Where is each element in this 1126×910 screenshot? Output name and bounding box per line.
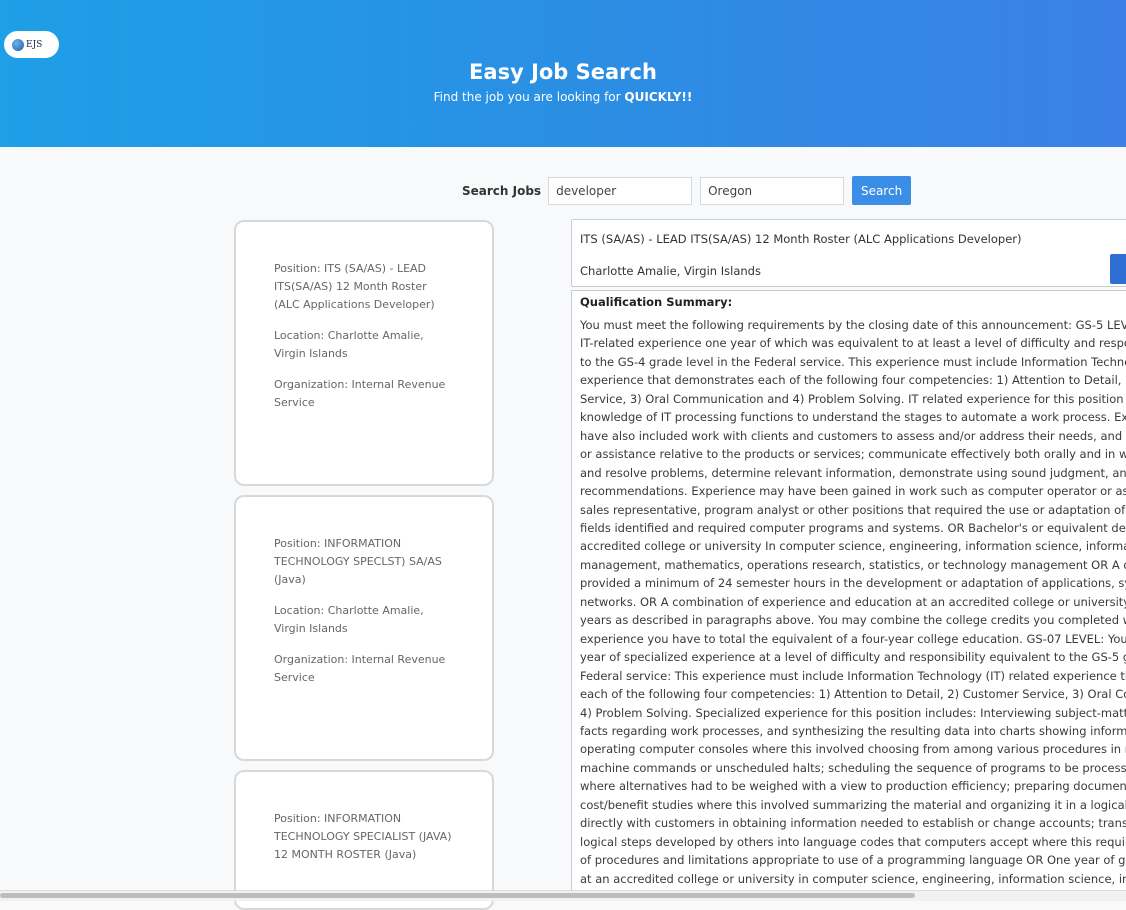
qualification-panel[interactable]: Qualification Summary: You must meet the… (571, 290, 1126, 900)
hero-banner: EJS Easy Job Search Find the job you are… (0, 0, 1126, 147)
qualification-line: facts regarding work processes, and synt… (580, 723, 1126, 738)
qualification-line: at an accredited college or university i… (580, 871, 1126, 886)
qualification-line: networks. OR A combination of experience… (580, 594, 1126, 609)
qualification-line: year of specialized experience at a leve… (580, 650, 1126, 665)
job-detail-header: ITS (SA/AS) - LEAD ITS(SA/AS) 12 Month R… (571, 219, 1126, 287)
page-subtitle: Find the job you are looking for QUICKLY… (0, 90, 1126, 104)
apply-button[interactable] (1110, 254, 1126, 284)
qualification-line: or assistance relative to the products o… (580, 447, 1126, 462)
qualification-line: 4) Problem Solving. Specialized experien… (580, 705, 1126, 720)
qualification-line: recommendations. Experience may have bee… (580, 484, 1126, 499)
qualification-text: You must meet the following requirements… (580, 316, 1126, 899)
qualification-line: knowledge of IT processing functions to … (580, 410, 1126, 425)
location-input[interactable] (700, 176, 845, 205)
qualification-line: cost/benefit studies where this involved… (580, 797, 1126, 812)
job-detail-location: Charlotte Amalie, Virgin Islands (580, 264, 761, 278)
subtitle-prefix: Find the job you are looking for (433, 90, 625, 104)
result-location: Location: Charlotte Amalie, Virgin Islan… (274, 604, 424, 635)
qualification-line: Service, 3) Oral Communication and 4) Pr… (580, 391, 1126, 406)
subtitle-emphasis: QUICKLY (624, 90, 682, 104)
qualification-line: each of the following four competencies:… (580, 687, 1126, 702)
qualification-line: to the GS-4 grade level in the Federal s… (580, 354, 1126, 369)
result-organization: Organization: Internal Revenue Service (274, 378, 446, 409)
qualification-line: directly with customers in obtaining inf… (580, 816, 1126, 831)
page-title: Easy Job Search (469, 60, 657, 84)
qualification-line: machine commands or unscheduled halts; s… (580, 760, 1126, 775)
result-location: Location: Charlotte Amalie, Virgin Islan… (274, 329, 424, 360)
qualification-line: fields identified and required computer … (580, 520, 1126, 535)
search-label: Search Jobs (462, 183, 542, 198)
qualification-line: of procedures and limitations appropriat… (580, 853, 1126, 868)
qualification-line: where alternatives had to be weighed wit… (580, 779, 1126, 794)
qualification-line: accredited college or university In comp… (580, 539, 1126, 554)
qualification-line: sales representative, program analyst or… (580, 502, 1126, 517)
globe-icon (12, 38, 24, 51)
qualification-line: logical steps developed by others into l… (580, 834, 1126, 849)
result-card[interactable]: Position: ITS (SA/AS) - LEAD ITS(SA/AS) … (234, 220, 494, 486)
qualification-line: IT-related experience one year of which … (580, 336, 1126, 351)
qualification-line: experience you have to total the equival… (580, 631, 1126, 646)
qualification-heading: Qualification Summary: (580, 295, 733, 309)
qualification-line: You must meet the following requirements… (580, 318, 1126, 332)
keyword-input[interactable] (548, 176, 693, 205)
logo-text: EJS (26, 39, 43, 50)
qualification-line: have also included work with clients and… (580, 428, 1126, 443)
result-organization: Organization: Internal Revenue Service (274, 653, 446, 684)
result-position: Position: ITS (SA/AS) - LEAD ITS(SA/AS) … (274, 262, 435, 311)
result-position: Position: INFORMATION TECHNOLOGY SPECLST… (274, 537, 442, 586)
qualification-line: provided a minimum of 24 semester hours … (580, 576, 1126, 591)
search-button[interactable]: Search (852, 176, 912, 205)
qualification-line: years as described in paragraphs above. … (580, 613, 1126, 628)
qualification-line: and resolve problems, determine relevant… (580, 465, 1126, 480)
qualification-line: Federal service: This experience must in… (580, 668, 1126, 683)
subtitle-suffix: !! (681, 90, 693, 104)
search-bar: Search Jobs Search (462, 176, 912, 205)
qualification-line: operating computer consoles where this i… (580, 742, 1126, 757)
horizontal-scrollbar[interactable] (0, 890, 1126, 901)
result-position: Position: INFORMATION TECHNOLOGY SPECIAL… (274, 812, 452, 861)
logo[interactable]: EJS (4, 31, 59, 58)
qualification-line: management, mathematics, operations rese… (580, 557, 1126, 572)
scrollbar-thumb[interactable] (0, 893, 915, 898)
qualification-line: experience that demonstrates each of the… (580, 373, 1126, 388)
result-card[interactable]: Position: INFORMATION TECHNOLOGY SPECIAL… (234, 770, 494, 910)
result-card[interactable]: Position: INFORMATION TECHNOLOGY SPECLST… (234, 495, 494, 761)
job-detail-title: ITS (SA/AS) - LEAD ITS(SA/AS) 12 Month R… (580, 232, 1022, 246)
